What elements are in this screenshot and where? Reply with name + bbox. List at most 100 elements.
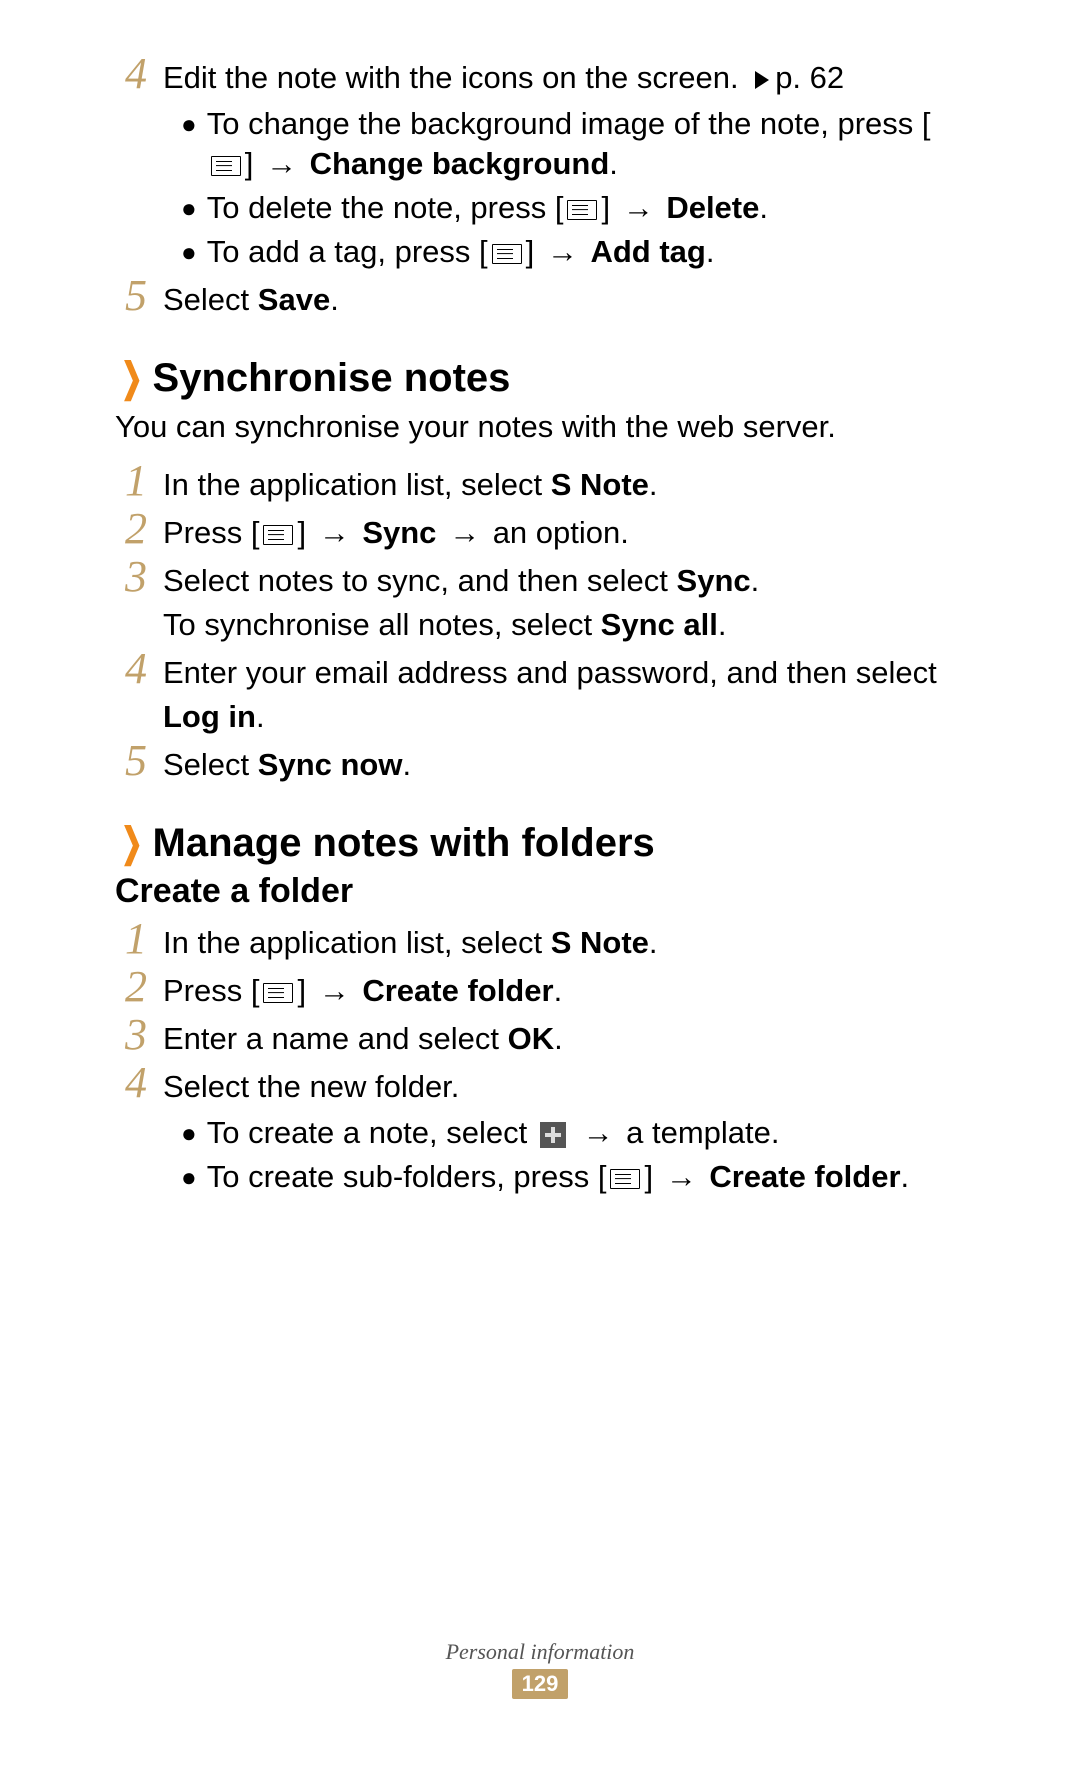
step-number: 5 xyxy=(115,739,157,783)
bold-term: S Note xyxy=(551,925,649,960)
step-body: Enter your email address and password, a… xyxy=(163,651,965,739)
bullet-item: ● To delete the note, press [] → Delete. xyxy=(163,188,965,228)
bold-term: Change background xyxy=(310,146,610,181)
arrow: → xyxy=(582,1115,622,1150)
arrow: → xyxy=(623,190,663,225)
step-text: ] xyxy=(297,973,314,1008)
step-text: . xyxy=(554,1021,563,1056)
step-text: . xyxy=(256,699,265,734)
bullet-item: ● To add a tag, press [] → Add tag. xyxy=(163,232,965,272)
menu-icon xyxy=(263,525,293,545)
arrow: → xyxy=(666,1159,706,1194)
sync-step-4: 4 Enter your email address and password,… xyxy=(115,651,965,739)
bold-term: OK xyxy=(508,1021,555,1056)
step-text: In the application list, select xyxy=(163,467,551,502)
bullet-text: ] xyxy=(526,234,543,269)
step-number: 4 xyxy=(115,52,157,96)
bold-term: Sync all xyxy=(601,607,718,642)
step-number: 1 xyxy=(115,917,157,961)
step-number: 4 xyxy=(115,1061,157,1105)
arrow: → xyxy=(547,234,587,269)
bold-term: Sync xyxy=(677,563,751,598)
step-text: . xyxy=(402,747,411,782)
play-triangle-icon xyxy=(755,71,769,89)
sync-steps: 1 In the application list, select S Note… xyxy=(115,463,965,787)
bullet-dot-icon: ● xyxy=(181,232,197,272)
step-text: . xyxy=(751,563,760,598)
step-body: Select the new folder. ● To create a not… xyxy=(163,1065,965,1199)
page-content: 4 Edit the note with the icons on the sc… xyxy=(115,50,965,1203)
menu-icon xyxy=(610,1169,640,1189)
step-number: 2 xyxy=(115,965,157,1009)
step-text: Select xyxy=(163,747,258,782)
menu-icon xyxy=(263,983,293,1003)
section-title: Synchronise notes xyxy=(153,356,511,401)
bullet-text: . xyxy=(759,190,768,225)
bullet-text: . xyxy=(706,234,715,269)
arrow: → xyxy=(319,973,359,1008)
bold-term: Save xyxy=(258,282,330,317)
step-text: . xyxy=(554,973,563,1008)
bold-term: S Note xyxy=(551,467,649,502)
page-ref: p. 62 xyxy=(775,60,844,95)
section-heading-sync: ❯ Synchronise notes xyxy=(115,356,965,401)
step-number: 3 xyxy=(115,555,157,599)
sync-step-1: 1 In the application list, select S Note… xyxy=(115,463,965,507)
bold-term: Delete xyxy=(666,190,759,225)
chevron-icon: ❯ xyxy=(121,823,143,863)
step-number: 3 xyxy=(115,1013,157,1057)
bold-term: Log in xyxy=(163,699,256,734)
bullet-text: ] xyxy=(245,146,262,181)
step-body: Select Save. xyxy=(163,278,965,322)
step-text: Select xyxy=(163,282,258,317)
step-body: Select notes to sync, and then select Sy… xyxy=(163,559,965,647)
menu-icon xyxy=(211,156,241,176)
footer-category: Personal information xyxy=(0,1639,1080,1665)
plus-icon xyxy=(540,1122,566,1148)
chevron-icon: ❯ xyxy=(121,358,143,398)
bold-term: Create folder xyxy=(709,1159,900,1194)
step-text: Enter your email address and password, a… xyxy=(163,655,937,690)
step-4: 4 Edit the note with the icons on the sc… xyxy=(115,56,965,274)
bullet-item: ● To create sub-folders, press [] → Crea… xyxy=(163,1157,965,1197)
step-body: In the application list, select S Note. xyxy=(163,921,965,965)
sync-step-5: 5 Select Sync now. xyxy=(115,743,965,787)
top-steps: 4 Edit the note with the icons on the sc… xyxy=(115,56,965,322)
step-body: Select Sync now. xyxy=(163,743,965,787)
bullet-text: . xyxy=(901,1159,910,1194)
step-number: 5 xyxy=(115,274,157,318)
menu-icon xyxy=(492,244,522,264)
step-text: In the application list, select xyxy=(163,925,551,960)
step-text: . xyxy=(718,607,727,642)
sub-heading: Create a folder xyxy=(115,872,965,911)
step-number: 4 xyxy=(115,647,157,691)
bold-term: Create folder xyxy=(362,973,553,1008)
bullet-list: ● To change the background image of the … xyxy=(163,104,965,272)
section-title: Manage notes with folders xyxy=(153,821,655,866)
page-number: 129 xyxy=(512,1669,569,1699)
bullet-text: ] xyxy=(601,190,618,225)
step-body: Edit the note with the icons on the scre… xyxy=(163,56,965,274)
manage-step-1: 1 In the application list, select S Note… xyxy=(115,921,965,965)
section-description: You can synchronise your notes with the … xyxy=(115,407,965,447)
step-number: 1 xyxy=(115,459,157,503)
bullet-dot-icon: ● xyxy=(181,104,197,144)
step-text: . xyxy=(649,925,658,960)
step-text xyxy=(436,515,445,550)
arrow: → xyxy=(449,515,489,550)
step-text: Enter a name and select xyxy=(163,1021,508,1056)
bullet-text xyxy=(570,1115,579,1150)
bullet-dot-icon: ● xyxy=(181,188,197,228)
sync-step-3: 3 Select notes to sync, and then select … xyxy=(115,559,965,647)
step-text: . xyxy=(649,467,658,502)
bullet-text: a template. xyxy=(626,1115,779,1150)
step-number: 2 xyxy=(115,507,157,551)
bullet-text: . xyxy=(609,146,618,181)
sync-step-2: 2 Press [] → Sync → an option. xyxy=(115,511,965,555)
arrow: → xyxy=(266,146,306,181)
step-5: 5 Select Save. xyxy=(115,278,965,322)
step-text: Select notes to sync, and then select xyxy=(163,563,677,598)
bold-term: Add tag xyxy=(590,234,705,269)
bullet-text: To create a note, select xyxy=(207,1115,536,1150)
step-text: Edit the note with the icons on the scre… xyxy=(163,60,747,95)
